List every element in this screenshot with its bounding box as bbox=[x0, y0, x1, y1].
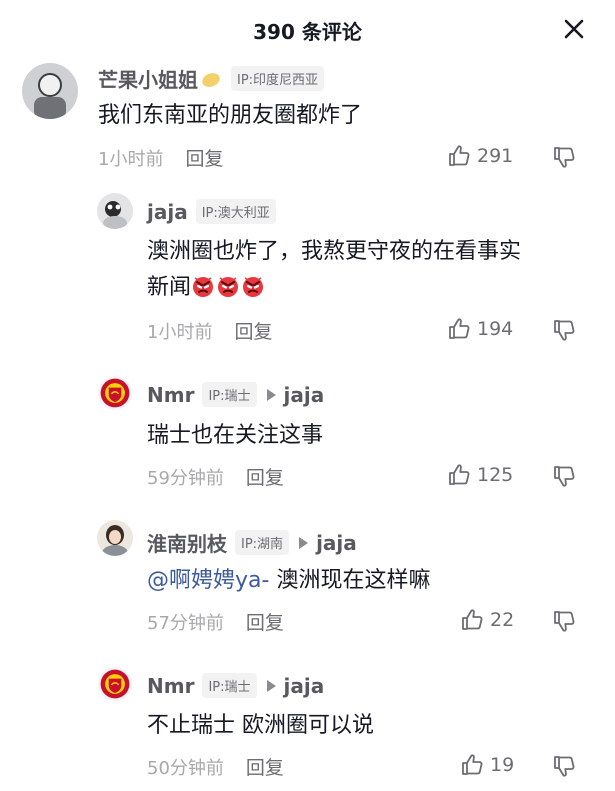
comment-text: @啊娉娉ya- 澳洲现在这样嘛 bbox=[147, 563, 430, 599]
ip-location-badge: IP:瑞士 bbox=[202, 382, 257, 407]
avatar[interactable] bbox=[97, 520, 133, 556]
reply-button[interactable]: 回复 bbox=[246, 463, 284, 490]
thumbs-down-icon[interactable] bbox=[552, 145, 576, 169]
avatar[interactable] bbox=[97, 193, 133, 229]
comment-text: 澳洲圈也炸了，我熬更守夜的在看事实 新闻 bbox=[147, 234, 597, 306]
like-button[interactable]: 291 bbox=[447, 144, 513, 168]
name-row: 淮南别枝 IP:湖南 jaja bbox=[147, 528, 357, 557]
close-icon[interactable] bbox=[559, 14, 589, 44]
username[interactable]: Nmr bbox=[147, 674, 194, 698]
thumbs-up-icon bbox=[460, 753, 484, 777]
comment-meta: 1小时前 回复 bbox=[98, 144, 223, 171]
comment-text: 我们东南亚的朋友圈都炸了 bbox=[98, 103, 363, 128]
comment-meta: 1小时前 回复 bbox=[147, 317, 272, 344]
comments-header: 390 条评论 bbox=[0, 0, 615, 60]
reply-to-username[interactable]: jaja bbox=[316, 531, 357, 555]
ip-location-badge: IP:澳大利亚 bbox=[195, 199, 276, 224]
name-row: Nmr IP:瑞士 jaja bbox=[147, 382, 324, 407]
name-row: jaja IP:澳大利亚 bbox=[147, 199, 276, 224]
comment-meta: 57分钟前 回复 bbox=[147, 608, 284, 635]
avatar[interactable] bbox=[97, 375, 133, 411]
comment-text-end: 新闻 bbox=[147, 275, 192, 300]
comment-time: 57分钟前 bbox=[147, 612, 224, 634]
comment-meta: 59分钟前 回复 bbox=[147, 463, 284, 490]
comments-count-title: 390 条评论 bbox=[253, 20, 362, 44]
reply-arrow-icon bbox=[266, 679, 276, 692]
angry-face-icon bbox=[216, 274, 240, 298]
reply-button[interactable]: 回复 bbox=[246, 753, 284, 780]
like-count: 291 bbox=[477, 145, 514, 167]
reply-arrow-icon bbox=[299, 536, 309, 549]
thumbs-up-icon bbox=[447, 317, 471, 341]
reply-button[interactable]: 回复 bbox=[234, 317, 272, 344]
name-row: 芒果小姐姐 IP:印度尼西亚 bbox=[98, 64, 325, 93]
thumbs-down-icon[interactable] bbox=[552, 754, 576, 778]
like-button[interactable]: 19 bbox=[460, 753, 514, 777]
mango-icon bbox=[200, 69, 222, 89]
comment-text: 瑞士也在关注这事 bbox=[147, 423, 324, 448]
thumbs-down-icon[interactable] bbox=[552, 609, 576, 633]
thumbs-up-icon bbox=[447, 463, 471, 487]
like-count: 19 bbox=[490, 754, 515, 776]
reply-to-username[interactable]: jaja bbox=[284, 383, 325, 407]
like-button[interactable]: 22 bbox=[460, 608, 514, 632]
like-count: 22 bbox=[490, 609, 515, 631]
thumbs-up-icon bbox=[460, 608, 484, 632]
comment-text-body: 澳洲现在这样嘛 bbox=[269, 568, 431, 593]
angry-face-icon bbox=[191, 274, 215, 298]
comment-time: 50分钟前 bbox=[147, 757, 224, 779]
avatar[interactable] bbox=[97, 666, 133, 702]
thumbs-up-icon bbox=[447, 144, 471, 168]
comment-text-line: 澳洲圈也炸了，我熬更守夜的在看事实 bbox=[147, 239, 522, 264]
ip-location-badge: IP:印度尼西亚 bbox=[231, 66, 325, 91]
avatar[interactable] bbox=[22, 63, 78, 119]
reply-to-username[interactable]: jaja bbox=[284, 674, 325, 698]
like-count: 125 bbox=[477, 464, 514, 486]
like-button[interactable]: 194 bbox=[447, 317, 513, 341]
reply-arrow-icon bbox=[266, 388, 276, 401]
name-row: Nmr IP:瑞士 jaja bbox=[147, 673, 324, 698]
mention-link[interactable]: @啊娉娉ya- bbox=[147, 568, 269, 593]
comment-text-line: 新闻 bbox=[147, 270, 597, 306]
username[interactable]: Nmr bbox=[147, 383, 194, 407]
username[interactable]: jaja bbox=[147, 200, 188, 224]
thumbs-down-icon[interactable] bbox=[552, 464, 576, 488]
reply-button[interactable]: 回复 bbox=[185, 144, 223, 171]
ip-location-badge: IP:瑞士 bbox=[202, 673, 257, 698]
comment-time: 59分钟前 bbox=[147, 467, 224, 489]
comment-time: 1小时前 bbox=[98, 148, 164, 170]
ip-location-badge: IP:湖南 bbox=[235, 530, 290, 555]
like-button[interactable]: 125 bbox=[447, 463, 513, 487]
comment-time: 1小时前 bbox=[147, 321, 213, 343]
comment-meta: 50分钟前 回复 bbox=[147, 753, 284, 780]
thumbs-down-icon[interactable] bbox=[552, 318, 576, 342]
angry-face-icon bbox=[241, 274, 265, 298]
username[interactable]: 芒果小姐姐 bbox=[98, 64, 198, 93]
reply-button[interactable]: 回复 bbox=[246, 608, 284, 635]
comment-text: 不止瑞士 欧洲圈可以说 bbox=[147, 713, 374, 738]
like-count: 194 bbox=[477, 318, 514, 340]
username[interactable]: 淮南别枝 bbox=[147, 528, 227, 557]
